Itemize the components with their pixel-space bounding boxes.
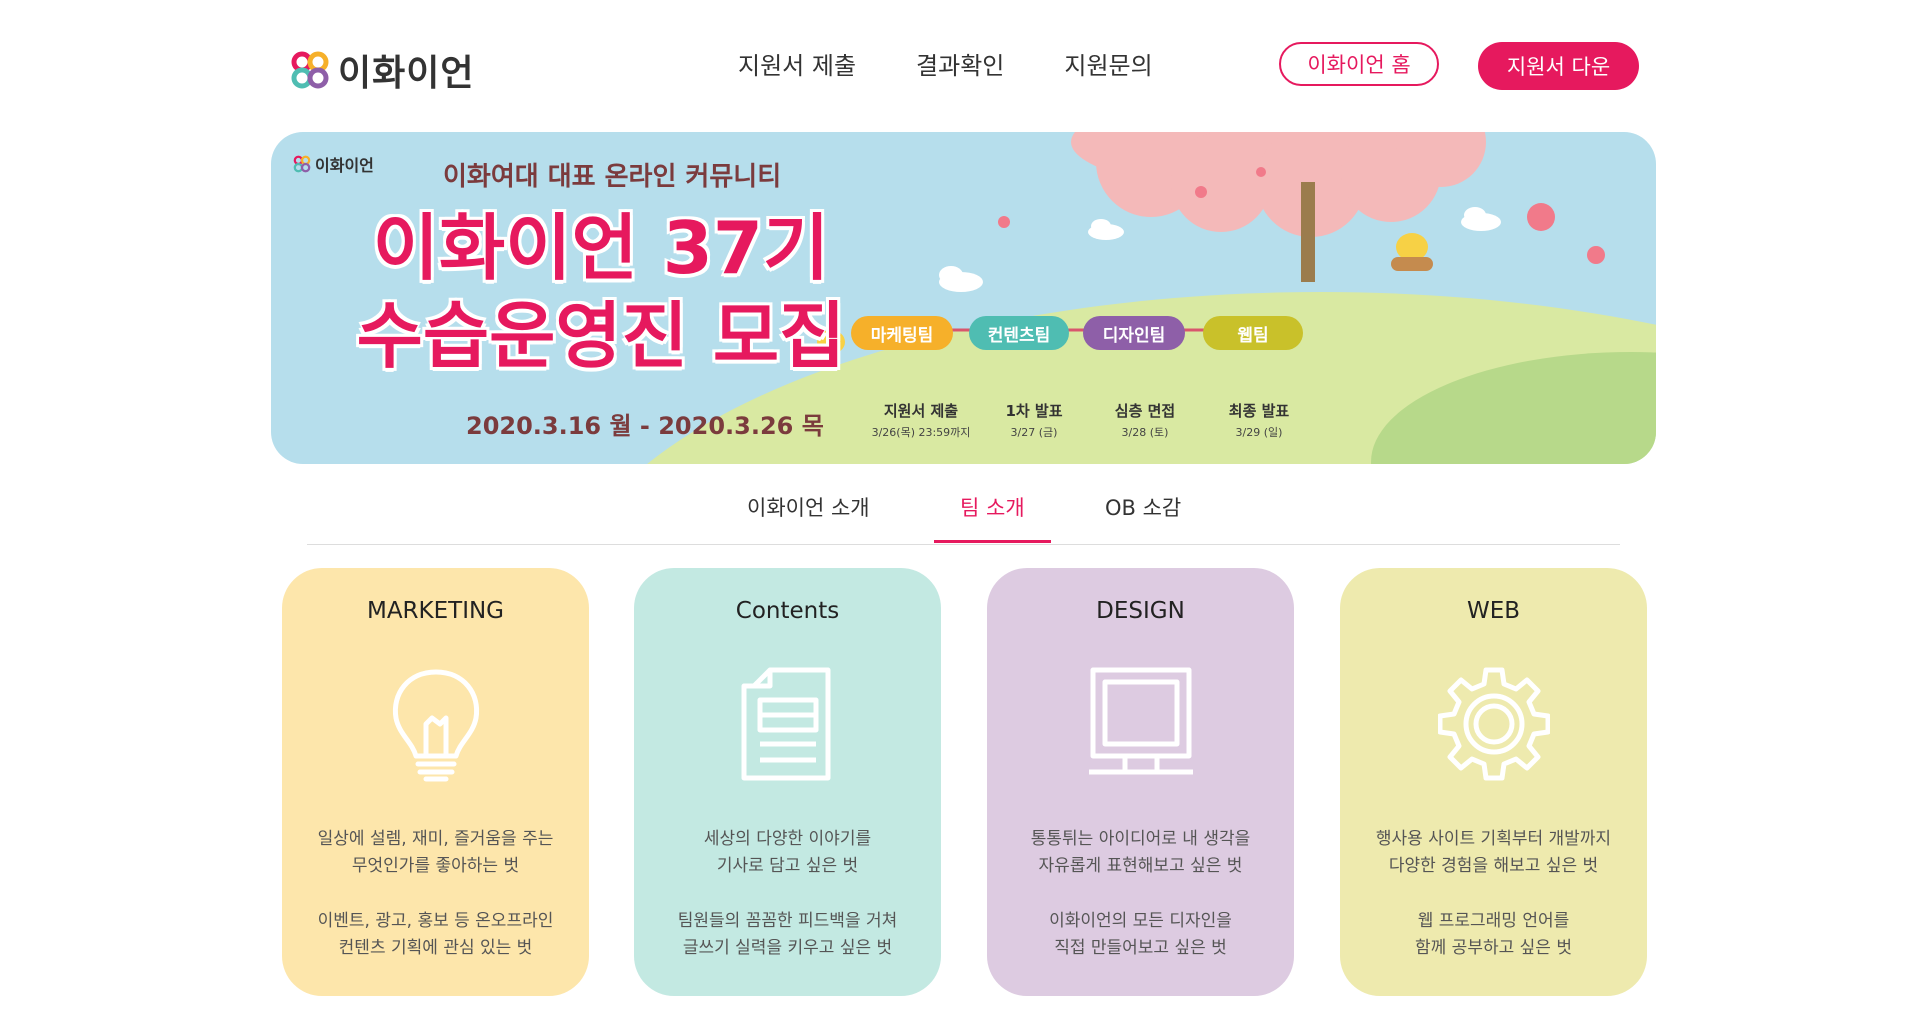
card-line: 행사용 사이트 기획부터 개발까지: [1375, 829, 1612, 849]
tab-team-intro[interactable]: 팀 소개: [960, 492, 1025, 522]
team-pill-design: 디자인팀: [1083, 316, 1185, 350]
card-description-1: 일상에 설렘, 재미, 즐거움을 주는 무엇인가를 좋아하는 벗: [282, 826, 589, 880]
card-line: 통통튀는 아이디어로 내 생각을: [1030, 829, 1251, 849]
site-logo[interactable]: 이화이언: [290, 44, 474, 96]
banner-logo: 이화이언: [293, 152, 374, 176]
card-line: 일상에 설렘, 재미, 즐거움을 주는: [317, 829, 554, 849]
active-tab-indicator: [934, 540, 1051, 543]
lightbulb-icon: [392, 669, 480, 782]
banner-title-line2: 수습운영진 모집: [356, 294, 846, 378]
main-nav: 지원서 제출 결과확인 지원문의: [738, 46, 1153, 81]
timeline-step-4: 최종 발표: [1228, 402, 1290, 420]
team-card-contents: Contents 세상의 다양한 이야기를 기사로 담고 싶은 벗 팀원들의 꼼…: [634, 568, 941, 996]
card-line: 세상의 다양한 이야기를: [703, 829, 872, 849]
card-description-2: 이벤트, 광고, 홍보 등 온오프라인 컨텐츠 기획에 관심 있는 벗: [282, 908, 589, 962]
banner-title: 이화이언 37기 수습운영진 모집: [341, 204, 861, 380]
card-title: MARKETING: [366, 598, 505, 624]
card-description-1: 통통튀는 아이디어로 내 생각을 자유롭게 표현해보고 싶은 벗: [987, 826, 1294, 880]
card-line: 자유롭게 표현해보고 싶은 벗: [1038, 856, 1243, 876]
card-description-1: 세상의 다양한 이야기를 기사로 담고 싶은 벗: [634, 826, 941, 880]
team-pill-contents: 컨텐츠팀: [969, 316, 1069, 350]
banner-date-range: 2020.3.16 월 - 2020.3.26 목: [466, 412, 824, 440]
card-line: 기사로 담고 싶은 벗: [716, 856, 859, 876]
download-application-button[interactable]: 지원서 다운: [1478, 42, 1639, 90]
card-line: 웹 프로그래밍 언어를: [1417, 911, 1570, 931]
card-line: 직접 만들어보고 싶은 벗: [1054, 938, 1227, 958]
team-pill-web: 웹팀: [1203, 316, 1303, 350]
home-button[interactable]: 이화이언 홈: [1279, 42, 1439, 86]
section-tabs: 이화이언 소개 팀 소개 OB 소감: [307, 480, 1620, 545]
card-line: 다양한 경험을 해보고 싶은 벗: [1388, 856, 1599, 876]
banner-logo-icon: [293, 155, 311, 173]
card-line: 컨텐츠 기획에 관심 있는 벗: [338, 938, 533, 958]
card-line: 이화이언의 모든 디자인을: [1049, 911, 1232, 931]
card-title: DESIGN: [1096, 598, 1185, 624]
card-line: 글쓰기 실력을 키우고 싶은 벗: [682, 938, 893, 958]
tab-ob-review[interactable]: OB 소감: [1105, 492, 1181, 522]
team-card-design: DESIGN 통통튀는 아이디어로 내 생각을 자유롭게 표현해보고 싶은 벗 …: [987, 568, 1294, 996]
banner-logo-text: 이화이언: [315, 156, 374, 175]
card-description-2: 이화이언의 모든 디자인을 직접 만들어보고 싶은 벗: [987, 908, 1294, 962]
team-pill-marketing: 마케팅팀: [851, 316, 953, 350]
card-title: WEB: [1466, 598, 1521, 624]
card-line: 이벤트, 광고, 홍보 등 온오프라인: [317, 911, 554, 931]
card-description-2: 팀원들의 꼼꼼한 피드백을 거쳐 글쓰기 실력을 키우고 싶은 벗: [634, 908, 941, 962]
nav-apply-submit[interactable]: 지원서 제출: [738, 46, 856, 81]
banner-title-line1: 이화이언 37기: [372, 206, 830, 290]
tab-about[interactable]: 이화이언 소개: [747, 492, 870, 522]
card-description-1: 행사용 사이트 기획부터 개발까지 다양한 경험을 해보고 싶은 벗: [1340, 826, 1647, 880]
nav-inquiry[interactable]: 지원문의: [1064, 46, 1152, 81]
banner-subtitle: 이화여대 대표 온라인 커뮤니티: [443, 162, 782, 192]
card-title: Contents: [735, 598, 840, 624]
team-card-web: WEB 행사용 사이트 기획부터 개발까지 다양한 경험을 해보고 싶은 벗 웹…: [1340, 568, 1647, 996]
team-card-marketing: MARKETING 일상에 설렘, 재미, 즐거움을 주는 무엇인가를 좋아하는…: [282, 568, 589, 996]
gear-icon: [1438, 667, 1550, 781]
recruit-banner: 이화이언 이화여대 대표 온라인 커뮤니티 이화이언 37기 수습운영진 모집 …: [271, 132, 1656, 464]
card-line: 팀원들의 꼼꼼한 피드백을 거쳐: [677, 911, 898, 931]
document-icon: [741, 667, 831, 781]
nav-check-result[interactable]: 결과확인: [916, 46, 1004, 81]
logo-mark-icon: [291, 51, 329, 89]
monitor-icon: [1089, 667, 1193, 775]
card-line: 무엇인가를 좋아하는 벗: [351, 856, 520, 876]
logo-text: 이화이언: [338, 53, 475, 94]
card-line: 함께 공부하고 싶은 벗: [1415, 938, 1572, 958]
card-description-2: 웹 프로그래밍 언어를 함께 공부하고 싶은 벗: [1340, 908, 1647, 962]
header: 이화이언 지원서 제출 결과확인 지원문의 이화이언 홈 지원서 다운: [0, 0, 1920, 130]
timeline-date-4: 3/29 (일): [1235, 426, 1283, 439]
